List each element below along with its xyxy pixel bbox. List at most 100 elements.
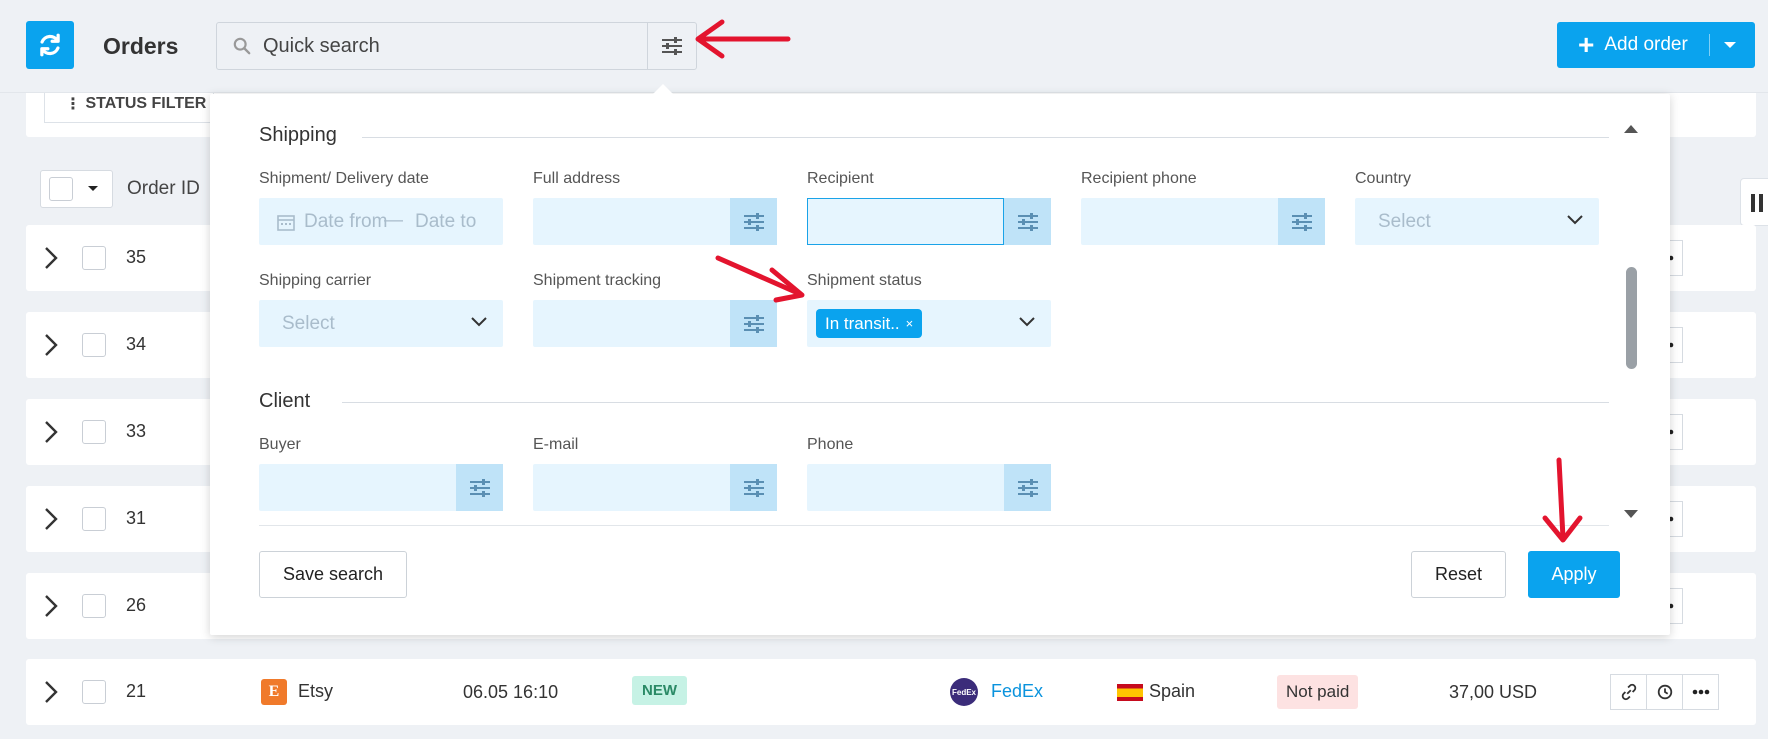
- row-checkbox[interactable]: [82, 246, 106, 270]
- client-section-title: Client: [259, 390, 311, 412]
- shipping-section-title: Shipping: [259, 124, 337, 146]
- phone-input[interactable]: [807, 464, 1051, 511]
- date-range-separator: —: [384, 210, 403, 231]
- advanced-search-toggle[interactable]: [647, 23, 696, 69]
- fedex-icon: FedEx: [950, 678, 978, 706]
- row-checkbox[interactable]: [82, 420, 106, 444]
- recipient-input-focus[interactable]: [807, 198, 1004, 245]
- shipment-status-tag-label: In transit..: [825, 313, 900, 333]
- search-icon: [233, 37, 251, 55]
- row-checkbox[interactable]: [82, 333, 106, 357]
- button-separator: [1709, 34, 1710, 56]
- field-options-button[interactable]: [1004, 198, 1051, 245]
- store-name: Etsy: [298, 681, 334, 701]
- chevron-right-icon[interactable]: [44, 333, 58, 357]
- email-label: E-mail: [533, 436, 579, 453]
- sliders-icon: [743, 314, 764, 333]
- apply-button[interactable]: Apply: [1528, 551, 1620, 598]
- shipment-tracking-input[interactable]: [533, 300, 777, 347]
- spain-flag-icon: [1117, 684, 1143, 701]
- tag-remove-icon[interactable]: ×: [906, 316, 914, 331]
- refresh-button[interactable]: [26, 21, 74, 69]
- shipment-status-select[interactable]: In transit.. ×: [807, 300, 1051, 347]
- field-options-button[interactable]: [456, 464, 503, 511]
- history-button[interactable]: [1646, 674, 1683, 710]
- shipment-status-label: Shipment status: [807, 272, 922, 289]
- full-address-input[interactable]: [533, 198, 777, 245]
- field-options-button[interactable]: [1004, 464, 1051, 511]
- country-select[interactable]: Select: [1355, 198, 1599, 245]
- buyer-label: Buyer: [259, 436, 301, 453]
- buyer-input[interactable]: [259, 464, 503, 511]
- quick-search-box[interactable]: [216, 22, 697, 70]
- order-id-header: Order ID: [127, 178, 200, 199]
- date-to-input[interactable]: Date to: [415, 211, 476, 233]
- more-button[interactable]: [1682, 674, 1719, 710]
- column-settings-handle[interactable]: [1740, 178, 1768, 226]
- sliders-icon: [743, 478, 764, 497]
- date-from-input[interactable]: Date from: [304, 211, 387, 233]
- chevron-down-icon: [1567, 215, 1583, 225]
- list-header: Order ID: [40, 170, 200, 208]
- recipient-input[interactable]: [807, 198, 1051, 245]
- shipment-status-tag[interactable]: In transit.. ×: [816, 309, 923, 338]
- section-divider: [342, 402, 1609, 403]
- recipient-phone-input[interactable]: [1081, 198, 1325, 245]
- field-options-button[interactable]: [730, 464, 777, 511]
- row-actions: [1610, 674, 1719, 710]
- select-all-control[interactable]: [40, 170, 113, 208]
- sliders-icon: [1017, 212, 1038, 231]
- row-checkbox[interactable]: [82, 507, 106, 531]
- field-options-button[interactable]: [730, 198, 777, 245]
- country-select-placeholder: Select: [1378, 211, 1431, 232]
- history-icon: [1657, 684, 1672, 700]
- chevron-down-icon: [1019, 317, 1035, 327]
- top-header: Orders + Add order: [0, 0, 1768, 93]
- reset-button[interactable]: Reset: [1411, 551, 1506, 598]
- status-badge: NEW: [632, 676, 687, 705]
- scroll-down-arrow[interactable]: [1624, 510, 1638, 518]
- shipping-carrier-select[interactable]: Select: [259, 300, 503, 347]
- add-order-button[interactable]: + Add order: [1557, 22, 1755, 68]
- order-id: 34: [126, 334, 147, 354]
- order-id: 31: [126, 508, 147, 528]
- refresh-icon: [40, 33, 60, 57]
- link-button[interactable]: [1610, 674, 1647, 710]
- etsy-store-icon: E: [261, 679, 287, 705]
- country-name: Spain: [1149, 681, 1196, 701]
- chevron-right-icon[interactable]: [44, 420, 58, 444]
- row-checkbox[interactable]: [82, 680, 106, 704]
- row-checkbox[interactable]: [82, 594, 106, 618]
- section-divider: [362, 137, 1609, 138]
- field-options-button[interactable]: [1278, 198, 1325, 245]
- country-label: Country: [1355, 170, 1412, 187]
- link-icon: [1621, 683, 1636, 701]
- chevron-right-icon[interactable]: [44, 594, 58, 618]
- table-row[interactable]: 21 E Etsy 06.05 16:10 NEW FedEx FedEx Sp…: [26, 659, 1756, 725]
- delivery-date-range[interactable]: Date from — Date to: [259, 198, 503, 245]
- payment-status-badge: Not paid: [1277, 675, 1359, 709]
- save-search-button[interactable]: Save search: [259, 551, 407, 598]
- order-id: 21: [126, 681, 147, 701]
- scrollbar-thumb[interactable]: [1626, 267, 1637, 369]
- quick-search-input[interactable]: [261, 31, 641, 61]
- chevron-right-icon[interactable]: [44, 680, 58, 704]
- sliders-icon: [1291, 212, 1312, 231]
- order-id: 26: [126, 595, 147, 615]
- shipping-carrier-label: Shipping carrier: [259, 272, 372, 289]
- sliders-icon: [469, 478, 490, 497]
- chevron-right-icon[interactable]: [44, 246, 58, 270]
- panel-pointer: [652, 84, 674, 95]
- chevron-right-icon[interactable]: [44, 507, 58, 531]
- more-icon: [1692, 689, 1709, 695]
- select-all-checkbox[interactable]: [49, 177, 73, 201]
- scroll-up-arrow[interactable]: [1624, 125, 1638, 133]
- carrier-link[interactable]: FedEx: [991, 681, 1043, 702]
- email-input[interactable]: [533, 464, 777, 511]
- status-filter-label: STATUS FILTER: [85, 94, 207, 112]
- field-options-button[interactable]: [730, 300, 777, 347]
- page-title: Orders: [103, 33, 179, 59]
- delivery-date-label: Shipment/ Delivery date: [259, 170, 429, 187]
- chevron-down-icon[interactable]: [87, 185, 99, 193]
- chevron-down-icon[interactable]: [1723, 41, 1737, 50]
